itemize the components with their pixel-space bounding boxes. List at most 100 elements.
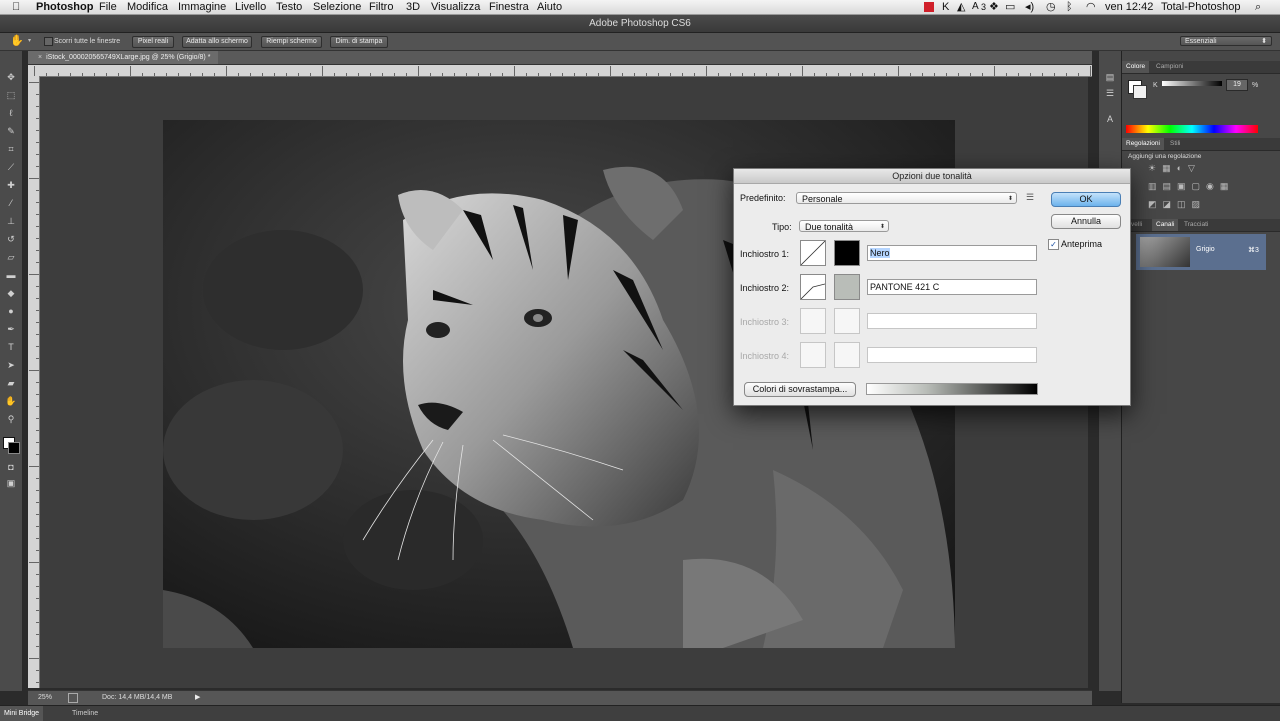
close-icon[interactable]: × [38, 54, 42, 61]
ink1-color-swatch[interactable] [834, 240, 860, 266]
marquee-tool-icon[interactable]: ⬚ [4, 89, 18, 101]
time-machine-icon[interactable]: ◷ [1046, 0, 1056, 14]
stamp-tool-icon[interactable]: ⊥ [4, 215, 18, 227]
menubar-user[interactable]: Total-Photoshop [1161, 0, 1241, 14]
menu-finestra[interactable]: Finestra [489, 0, 529, 14]
color-bg-swatch[interactable] [1133, 85, 1147, 99]
hand-tool-icon[interactable]: ✋ [10, 34, 24, 47]
lasso-tool-icon[interactable]: ℓ [4, 107, 18, 119]
adobe-icon[interactable]: ◭ [957, 0, 965, 14]
k-value-input[interactable]: 19 [1226, 79, 1248, 91]
menu-testo[interactable]: Testo [276, 0, 302, 14]
menu-selezione[interactable]: Selezione [313, 0, 361, 14]
brush-tool-icon[interactable]: ⁄ [4, 197, 18, 209]
ruler-tick [29, 370, 39, 371]
tab-regolazioni[interactable]: Regolazioni [1122, 138, 1164, 150]
blur-tool-icon[interactable]: ◆ [4, 287, 18, 299]
history-panel-icon[interactable]: ▤ [1103, 71, 1117, 83]
document-info-icon[interactable] [68, 693, 78, 703]
ink2-curve-box[interactable] [800, 274, 826, 300]
menu-file[interactable]: File [99, 0, 117, 14]
zoom-tool-icon[interactable]: ⚲ [4, 413, 18, 425]
menu-aiuto[interactable]: Aiuto [537, 0, 562, 14]
overprint-colors-button[interactable]: Colori di sovrastampa... [744, 382, 856, 397]
shape-tool-icon[interactable]: ▰ [4, 377, 18, 389]
preset-select[interactable]: Personale ⬍ [796, 192, 1017, 204]
healing-tool-icon[interactable]: ✚ [4, 179, 18, 191]
ruler-tick [1054, 73, 1055, 76]
bluetooth-icon[interactable]: ᛒ [1066, 0, 1073, 14]
menu-app[interactable]: Photoshop [36, 0, 93, 14]
adjust-icons-row2[interactable]: ▥▤▣▢◉▦ [1148, 181, 1234, 192]
eraser-tool-icon[interactable]: ▱ [4, 251, 18, 263]
tab-mini-bridge[interactable]: Mini Bridge [0, 706, 44, 721]
adjust-icons-row3[interactable]: ◩◪◫▨ [1148, 199, 1206, 210]
properties-panel-icon[interactable]: ☰ [1103, 87, 1117, 99]
ruler-tick [310, 73, 311, 76]
character-panel-icon[interactable]: A [1103, 113, 1117, 125]
type-select[interactable]: Due tonalità ⬍ [799, 220, 889, 232]
history-brush-tool-icon[interactable]: ↺ [4, 233, 18, 245]
menu-3d[interactable]: 3D [406, 0, 420, 14]
type-tool-icon[interactable]: T [4, 341, 18, 353]
apple-icon[interactable]:  [12, 0, 20, 14]
k-slider[interactable] [1162, 81, 1222, 86]
status-menu-arrow-icon[interactable]: ▶ [195, 693, 200, 701]
actual-pixels-button[interactable]: Pixel reali [132, 36, 174, 48]
dialog-titlebar[interactable]: Opzioni due tonalità [734, 169, 1130, 184]
menubar-clock[interactable]: ven 12:42 [1105, 0, 1153, 14]
preview-checkbox[interactable]: ✓ [1048, 239, 1059, 250]
background-color-swatch[interactable] [8, 442, 20, 454]
tab-stili[interactable]: Stili [1166, 138, 1184, 150]
tab-campioni[interactable]: Campioni [1152, 61, 1187, 73]
document-tab[interactable]: × iStock_000020565749XLarge.jpg @ 25% (Gr… [28, 51, 219, 64]
dodge-tool-icon[interactable]: ● [4, 305, 18, 317]
menu-livello[interactable]: Livello [235, 0, 266, 14]
quick-select-tool-icon[interactable]: ✎ [4, 125, 18, 137]
quick-mask-icon[interactable]: ◘ [4, 461, 18, 473]
tab-canali[interactable]: Canali [1152, 219, 1179, 231]
menu-filtro[interactable]: Filtro [369, 0, 393, 14]
zoom-level[interactable]: 25% [38, 694, 52, 701]
ink2-color-swatch[interactable] [834, 274, 860, 300]
a-notification-icon[interactable]: A [972, 0, 979, 14]
dropbox-icon[interactable]: ❖ [989, 0, 999, 14]
ink2-name-input[interactable]: PANTONE 421 C [867, 279, 1037, 295]
fill-screen-button[interactable]: Riempi schermo [261, 36, 322, 48]
ruler-tick [29, 178, 39, 179]
adjust-icons-row1[interactable]: ☀▦◐▽ [1148, 163, 1201, 174]
eyedropper-tool-icon[interactable]: ⟋ [4, 161, 18, 173]
wifi-icon[interactable]: ◠ [1086, 0, 1096, 14]
cancel-button[interactable]: Annulla [1051, 214, 1121, 229]
tab-tracciati[interactable]: Tracciati [1180, 219, 1212, 231]
record-icon[interactable] [924, 2, 934, 12]
move-tool-icon[interactable]: ✥ [4, 71, 18, 83]
tool-preset-arrow-icon[interactable]: ▾ [28, 37, 31, 44]
spotlight-icon[interactable]: ⌕ [1255, 0, 1261, 14]
volume-icon[interactable]: ◂) [1025, 0, 1034, 14]
path-select-tool-icon[interactable]: ➤ [4, 359, 18, 371]
scroll-all-checkbox[interactable] [44, 37, 53, 46]
menu-immagine[interactable]: Immagine [178, 0, 226, 14]
crop-tool-icon[interactable]: ⌗ [4, 143, 18, 155]
menu-modifica[interactable]: Modifica [127, 0, 168, 14]
ruler-tick [814, 73, 815, 76]
ink1-name-input[interactable]: Nero [867, 245, 1037, 261]
tab-timeline[interactable]: Timeline [72, 706, 98, 721]
pen-tool-icon[interactable]: ✒ [4, 323, 18, 335]
gradient-tool-icon[interactable]: ▬ [4, 269, 18, 281]
hand-tool-icon[interactable]: ✋ [4, 395, 18, 407]
screen-mode-icon[interactable]: ▣ [4, 477, 18, 489]
workspace-select[interactable]: Essenziali ⬍ [1180, 36, 1272, 46]
menu-visualizza[interactable]: Visualizza [431, 0, 480, 14]
ink1-curve-box[interactable] [800, 240, 826, 266]
print-size-button[interactable]: Dim. di stampa [330, 36, 388, 48]
preset-options-icon[interactable]: ☰ [1026, 192, 1034, 203]
fit-screen-button[interactable]: Adatta allo schermo [182, 36, 252, 48]
ok-button[interactable]: OK [1051, 192, 1121, 207]
k-menu-icon[interactable]: K [942, 0, 949, 14]
tab-colore[interactable]: Colore [1122, 61, 1150, 73]
screen-icon[interactable]: ▭ [1005, 0, 1015, 14]
color-spectrum-ramp[interactable] [1126, 125, 1258, 133]
channel-row[interactable]: Grigio ⌘3 [1136, 234, 1266, 270]
